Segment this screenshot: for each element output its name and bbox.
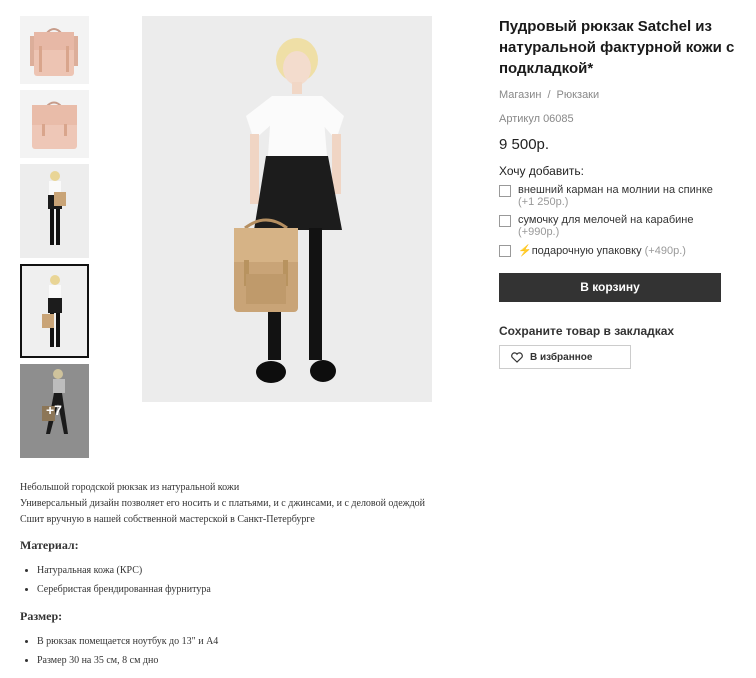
list-item: В рюкзак помещается ноутбук до 13" и А4 — [37, 632, 460, 651]
addon-label: ⚡подарочную упаковку — [518, 245, 642, 257]
breadcrumb: Магазин / Рюкзаки — [499, 89, 739, 101]
description-line: Универсальный дизайн позволяет его носит… — [20, 498, 426, 509]
list-item: Размер 30 на 35 см, 8 см дно — [37, 651, 460, 670]
model-photo-image — [142, 16, 432, 402]
description-line: Сшит вручную в нашей собственной мастерс… — [20, 514, 315, 525]
product-title: Пудровый рюкзак Satchel из натуральной ф… — [499, 18, 735, 77]
favorites-label: В избранное — [530, 351, 593, 363]
addon-label: сумочку для мелочей на карабине — [518, 214, 694, 226]
model-with-backpack-image — [20, 164, 89, 258]
size-list: В рюкзак помещается ноутбук до 13" и А4 … — [20, 632, 460, 670]
list-item: Серебристая брендированная фурнитура — [37, 580, 460, 599]
addon-price: (+490р.) — [644, 245, 686, 257]
product-info: Пудровый рюкзак Satchel из натуральной ф… — [499, 16, 739, 369]
addon-price: (+990р.) — [518, 226, 560, 238]
add-to-favorites-button[interactable]: В избранное — [499, 345, 631, 369]
more-photos-count: +7 — [46, 402, 62, 418]
thumbnail-more-photos[interactable]: +7 — [20, 364, 89, 458]
addon-text: ⚡подарочную упаковку (+490р.) — [518, 244, 686, 257]
addon-price: (+1 250р.) — [518, 196, 569, 208]
breadcrumb-shop[interactable]: Магазин — [499, 89, 541, 101]
pink-backpack-back-image — [20, 90, 89, 158]
model-with-backpack-image — [22, 266, 87, 356]
product-sku: Артикул 06085 — [499, 113, 574, 125]
thumbnail-pink-back[interactable] — [20, 90, 89, 158]
size-heading: Размер: — [20, 609, 63, 623]
addon-text: внешний карман на молнии на спинке (+1 2… — [518, 184, 713, 208]
breadcrumb-backpacks[interactable]: Рюкзаки — [557, 89, 600, 101]
thumbnail-model-selected[interactable] — [20, 264, 89, 358]
addon-checkbox-pocket[interactable] — [499, 185, 511, 197]
thumbnail-gallery: +7 — [20, 16, 89, 464]
thumbnail-model-tan[interactable] — [20, 164, 89, 258]
material-heading: Материал: — [20, 538, 79, 552]
addon-checkbox-pouch[interactable] — [499, 215, 511, 227]
material-list: Натуральная кожа (КРС) Серебристая бренд… — [20, 561, 460, 599]
addon-text: сумочку для мелочей на карабине (+990р.) — [518, 214, 693, 238]
main-product-photo[interactable] — [142, 16, 432, 402]
addon-option: внешний карман на молнии на спинке (+1 2… — [499, 184, 739, 208]
thumbnail-pink-front[interactable] — [20, 16, 89, 84]
addon-option: ⚡подарочную упаковку (+490р.) — [499, 244, 739, 257]
breadcrumb-separator: / — [547, 89, 551, 101]
addon-option: сумочку для мелочей на карабине (+990р.) — [499, 214, 739, 238]
addon-label: внешний карман на молнии на спинке — [518, 184, 713, 196]
pink-backpack-image — [20, 16, 89, 84]
add-to-cart-button[interactable]: В корзину — [499, 273, 721, 302]
addons-title: Хочу добавить: — [499, 164, 584, 178]
product-description: Небольшой городской рюкзак из натурально… — [20, 480, 460, 670]
product-price: 9 500р. — [499, 136, 550, 153]
addon-checkbox-gift-wrap[interactable] — [499, 245, 511, 257]
description-line: Небольшой городской рюкзак из натурально… — [20, 482, 240, 493]
list-item: Натуральная кожа (КРС) — [37, 561, 460, 580]
heart-icon — [511, 351, 523, 363]
bookmarks-title: Сохраните товар в закладках — [499, 324, 675, 338]
